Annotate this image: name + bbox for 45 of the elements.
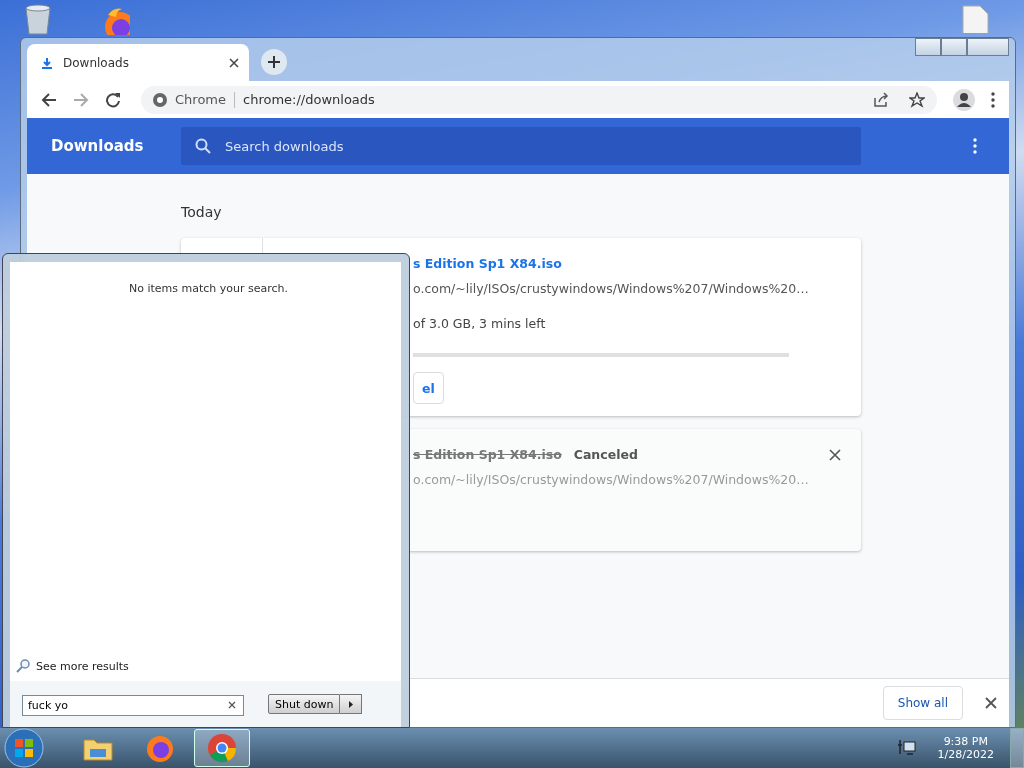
close-icon[interactable] (229, 57, 239, 68)
network-icon[interactable] (897, 739, 916, 757)
download-icon (41, 56, 53, 69)
profile-icon[interactable] (953, 88, 975, 111)
close-icon[interactable] (829, 449, 841, 461)
show-all-button[interactable]: Show all (882, 686, 963, 720)
clear-icon[interactable] (228, 700, 236, 709)
page-title: Downloads (50, 137, 145, 155)
progress-text: of 3.0 GB, 3 mins left (413, 316, 547, 331)
reload-icon[interactable] (105, 91, 121, 108)
close-icon[interactable] (985, 697, 997, 709)
site-label: Chrome (175, 92, 226, 107)
caret-icon (348, 700, 353, 708)
shut-down-options-button[interactable] (340, 694, 363, 714)
source-url: o.com/~lily/ISOs/crustywindows/Windows%207/Windows%20… (413, 472, 809, 487)
menu-icon[interactable] (991, 91, 995, 108)
file-name: s Edition Sp1 X84.iso (413, 447, 562, 462)
file-name-link[interactable]: s Edition Sp1 X84.iso (413, 256, 562, 271)
address-bar[interactable]: Chrome chrome://downloads (141, 85, 937, 114)
url-text: chrome://downloads (243, 92, 375, 107)
start-button-icon[interactable] (4, 728, 44, 768)
date-text: 1/28/2022 (937, 748, 994, 761)
status-text: Canceled (573, 447, 638, 462)
chrome-icon (206, 732, 238, 764)
cancel-button[interactable]: el (413, 372, 444, 404)
chrome-logo-icon (153, 92, 167, 107)
search-icon (16, 659, 30, 673)
search-field[interactable]: Search downloads (181, 127, 861, 165)
more-options-icon[interactable] (973, 138, 977, 154)
browser-tab[interactable]: Downloads (27, 44, 249, 81)
back-arrow-icon[interactable] (41, 91, 57, 108)
share-icon[interactable] (873, 91, 889, 108)
no-results-text: No items match your search. (127, 281, 290, 295)
taskbar-button[interactable] (194, 729, 250, 767)
tab-title: Downloads (63, 55, 130, 70)
star-icon[interactable] (909, 91, 925, 108)
document-icon[interactable] (960, 5, 990, 33)
search-field[interactable]: fuck yo (22, 694, 244, 716)
date-heading: Today (181, 203, 223, 222)
new-tab-icon[interactable] (261, 49, 287, 75)
clock[interactable]: 9:38 PM 1/28/2022 (937, 735, 994, 761)
time-text: 9:38 PM (943, 735, 988, 748)
source-url: o.com/~lily/ISOs/crustywindows/Windows%207/Windows%20… (413, 281, 809, 296)
see-more-results-link[interactable]: See more results (16, 659, 401, 673)
shut-down-button[interactable]: Shut down (268, 694, 341, 714)
